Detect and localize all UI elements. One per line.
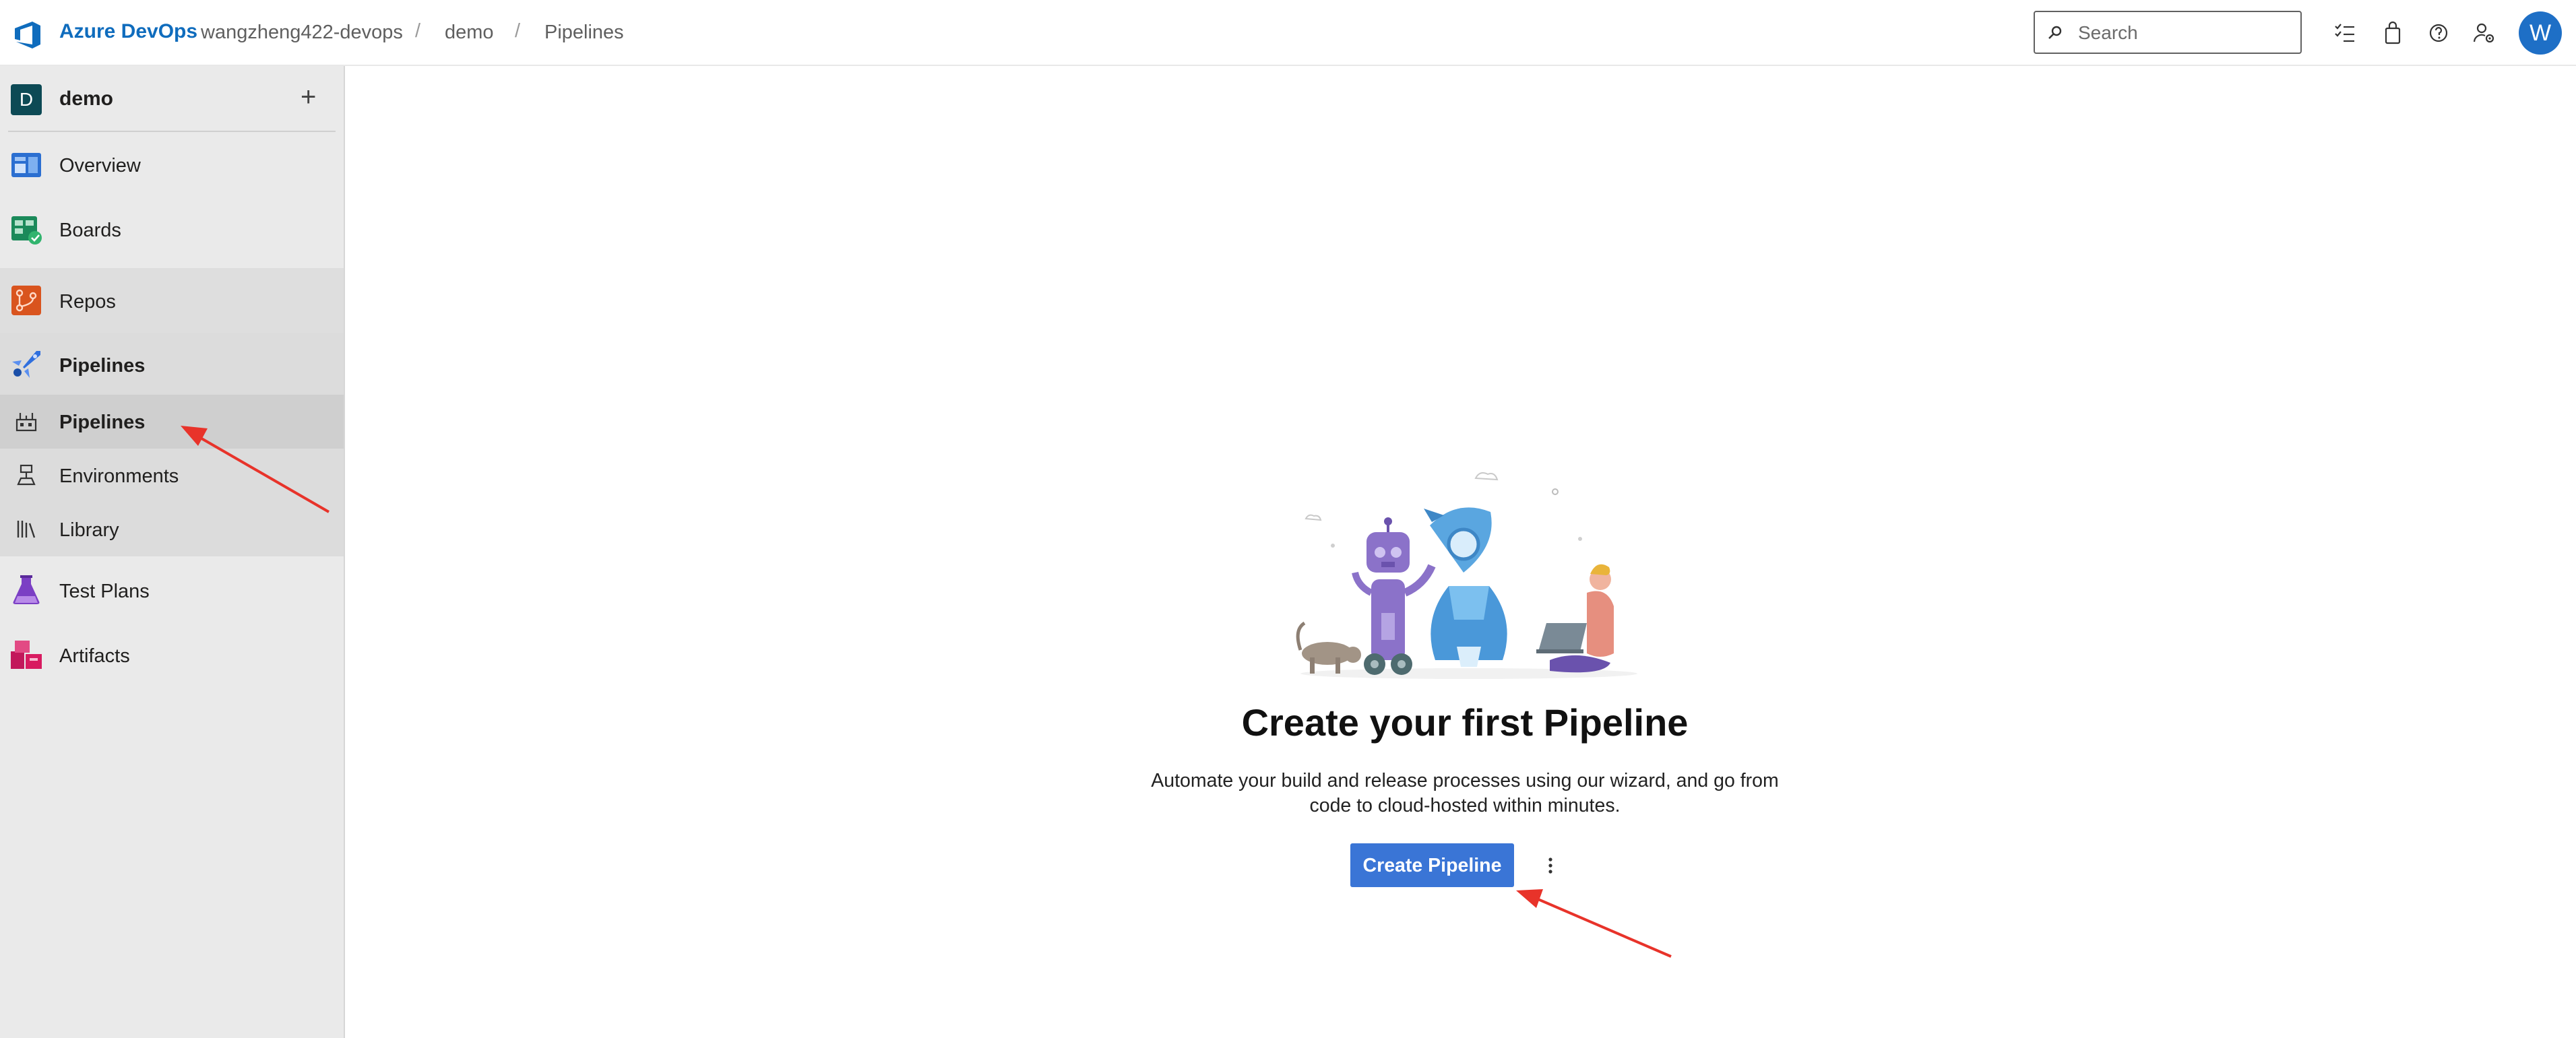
sidebar-item-repos[interactable]: Repos <box>0 268 344 333</box>
sidebar-item-label: Pipelines <box>59 355 146 377</box>
arrow-to-create-pipeline <box>1516 889 1672 958</box>
add-icon[interactable]: + <box>301 82 316 112</box>
test-plans-icon <box>13 575 40 604</box>
sidebar-item-label: Repos <box>59 291 116 313</box>
sidebar-item-label: Boards <box>59 220 121 241</box>
sidebar-item-overview[interactable]: Overview <box>0 132 344 197</box>
sidebar-item-test-plans[interactable]: Test Plans <box>0 558 344 622</box>
boards-icon <box>11 216 42 245</box>
project-avatar[interactable]: D <box>11 84 42 115</box>
sidebar: D demo + Overview Boards Repos Pipelines… <box>0 66 345 1038</box>
sidebar-subitem-environments[interactable]: Environments <box>0 449 344 502</box>
breadcrumb-separator: / <box>515 20 521 42</box>
project-header: D demo + <box>0 66 344 132</box>
brand-name[interactable]: Azure DevOps <box>59 20 197 43</box>
pipelines-icon <box>12 351 40 378</box>
empty-state-title: Create your first Pipeline <box>1241 701 1689 744</box>
create-pipeline-button[interactable]: Create Pipeline <box>1350 843 1514 887</box>
empty-state-description: Automate your build and release processe… <box>1151 770 1779 816</box>
task-list-icon[interactable] <box>2332 20 2358 46</box>
sidebar-item-label: Overview <box>59 155 141 176</box>
breadcrumb-project[interactable]: demo <box>445 22 494 44</box>
breadcrumb-organization[interactable]: wangzheng422-devops <box>201 22 403 44</box>
sidebar-item-label: Library <box>59 519 119 541</box>
sidebar-subitem-library[interactable]: Library <box>0 502 344 556</box>
search-box[interactable] <box>2034 11 2302 54</box>
sidebar-item-label: Artifacts <box>59 645 130 667</box>
search-icon <box>2048 26 2062 39</box>
sidebar-item-label: Pipelines <box>59 412 146 433</box>
user-settings-icon[interactable] <box>2472 20 2497 46</box>
sidebar-item-label: Environments <box>59 465 179 487</box>
sidebar-item-pipelines[interactable]: Pipelines <box>0 333 344 395</box>
top-bar: Azure DevOps wangzheng422-devops / demo … <box>0 0 2576 66</box>
project-name[interactable]: demo <box>59 88 113 110</box>
artifacts-icon <box>11 641 42 669</box>
shopping-bag-icon[interactable] <box>2380 20 2406 46</box>
search-input[interactable] <box>2077 19 2295 47</box>
overview-icon <box>11 153 41 177</box>
breadcrumb-page[interactable]: Pipelines <box>544 22 624 44</box>
breadcrumb-separator: / <box>415 20 421 42</box>
pipeline-illustration <box>1296 472 1637 679</box>
sidebar-item-artifacts[interactable]: Artifacts <box>0 622 344 687</box>
sidebar-item-boards[interactable]: Boards <box>0 197 344 261</box>
user-avatar[interactable]: W <box>2519 11 2562 55</box>
azure-devops-logo-icon[interactable] <box>12 19 43 50</box>
more-vertical-icon[interactable] <box>1539 854 1562 877</box>
sidebar-subitem-pipelines[interactable]: Pipelines <box>0 395 344 449</box>
sidebar-item-label: Test Plans <box>59 581 150 602</box>
pipelines-sub-icon <box>15 413 37 432</box>
help-icon[interactable] <box>2426 20 2451 46</box>
repos-icon <box>11 286 41 315</box>
library-icon <box>17 521 36 538</box>
environments-icon <box>17 464 36 486</box>
